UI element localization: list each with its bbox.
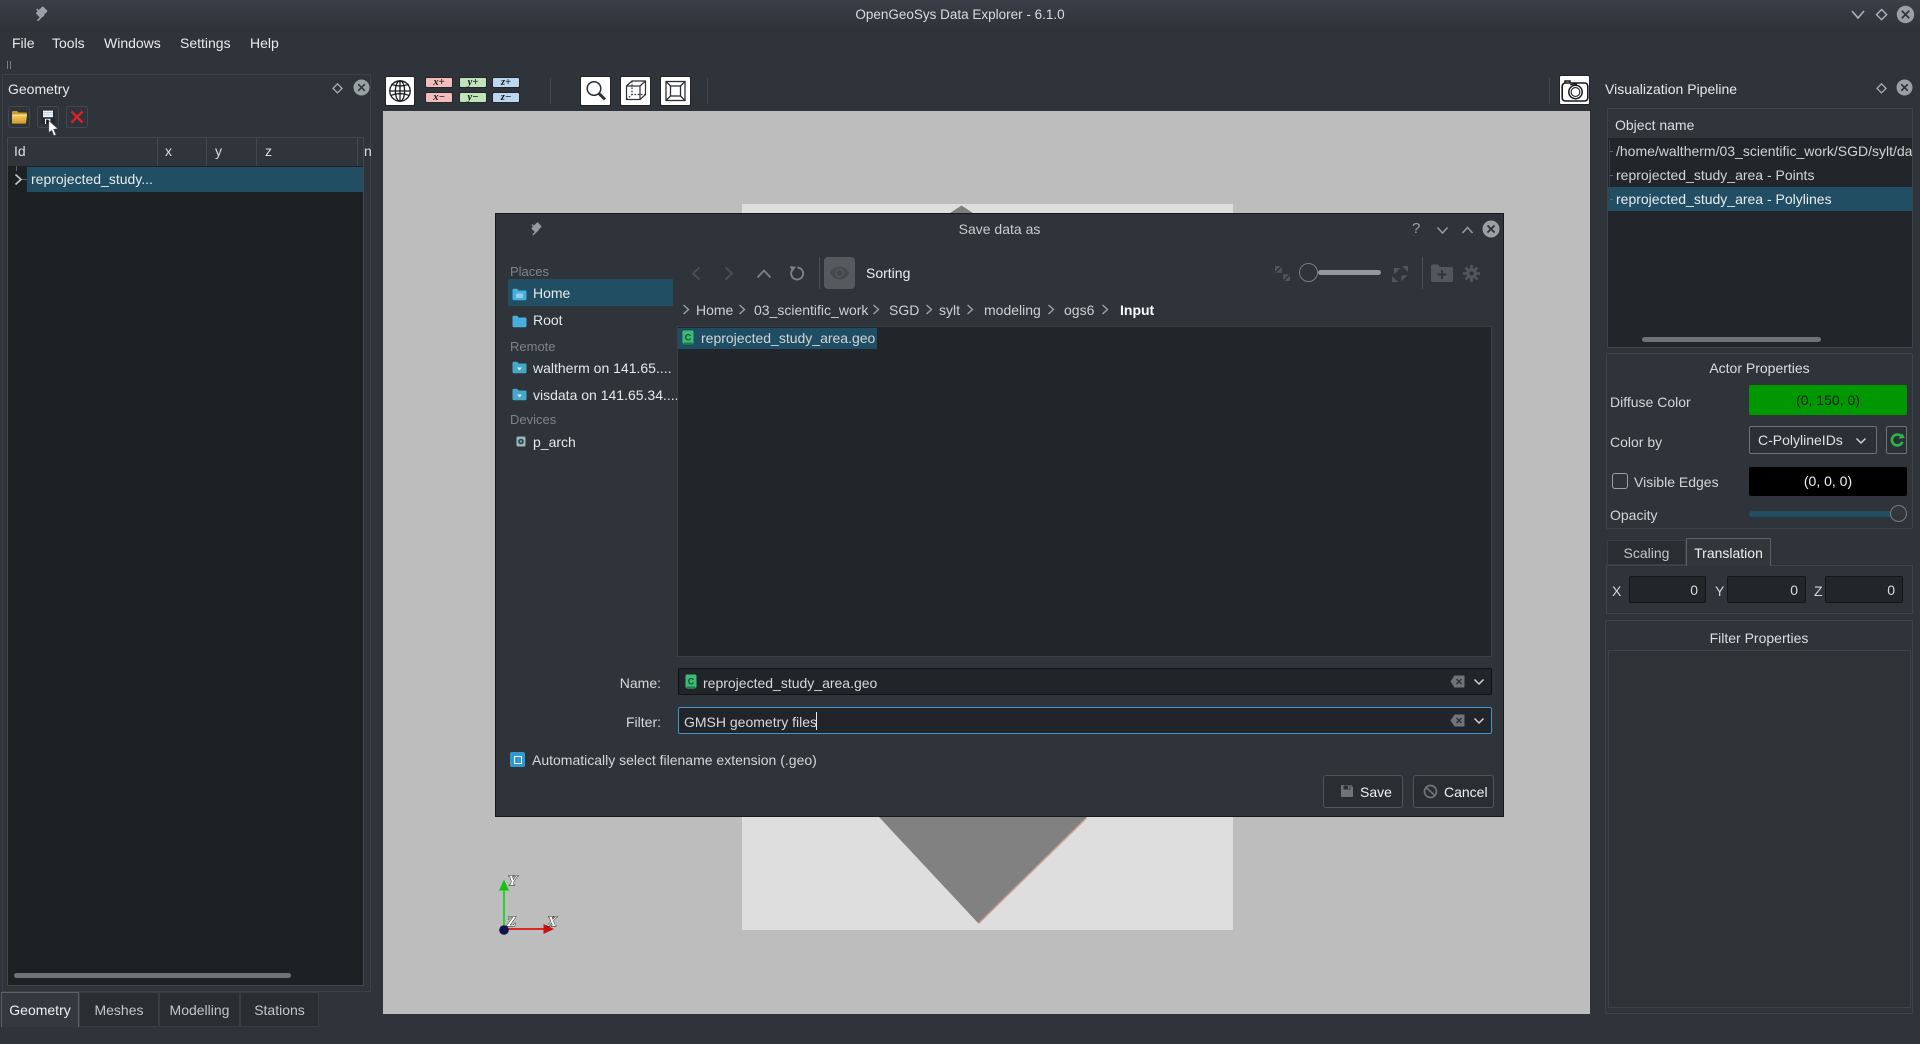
svg-text:Z: Z [506,914,516,930]
svg-text:C: C [685,333,692,343]
svg-text:Y: Y [508,873,519,889]
svg-text:X: X [546,914,558,930]
svg-text:C: C [688,677,695,687]
